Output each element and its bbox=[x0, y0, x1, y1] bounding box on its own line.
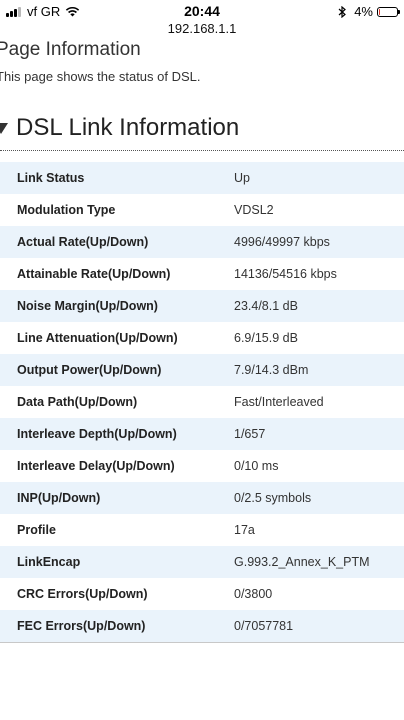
status-bar-right: 4% bbox=[338, 4, 400, 19]
table-row: CRC Errors(Up/Down) 0/3800 bbox=[0, 578, 404, 610]
row-label: FEC Errors(Up/Down) bbox=[17, 619, 146, 633]
table-row: Interleave Depth(Up/Down) 1/657 bbox=[0, 418, 404, 450]
row-label: Noise Margin(Up/Down) bbox=[17, 299, 158, 313]
row-label: CRC Errors(Up/Down) bbox=[17, 587, 148, 601]
row-value: 6.9/15.9 dB bbox=[234, 331, 298, 345]
battery-percent: 4% bbox=[354, 4, 373, 19]
table-row: Output Power(Up/Down) 7.9/14.3 dBm bbox=[0, 354, 404, 386]
row-value: 0/3800 bbox=[234, 587, 273, 601]
table-row: Attainable Rate(Up/Down) 14136/54516 kbps bbox=[0, 258, 404, 290]
row-label: Interleave Depth(Up/Down) bbox=[17, 427, 177, 441]
row-value: 23.4/8.1 dB bbox=[234, 299, 298, 313]
row-value: Fast/Interleaved bbox=[234, 395, 324, 409]
bluetooth-icon bbox=[338, 5, 347, 18]
battery-level-fill bbox=[379, 8, 380, 15]
row-value: Up bbox=[234, 171, 250, 185]
row-label: Line Attenuation(Up/Down) bbox=[17, 331, 178, 345]
address-bar[interactable]: 192.168.1.1 bbox=[0, 21, 404, 36]
row-value: G.993.2_Annex_K_PTM bbox=[234, 555, 370, 569]
section-title: DSL Link Information bbox=[16, 114, 240, 141]
table-row: Line Attenuation(Up/Down) 6.9/15.9 dB bbox=[0, 322, 404, 354]
row-label: Output Power(Up/Down) bbox=[17, 363, 162, 377]
table-row: Data Path(Up/Down) Fast/Interleaved bbox=[0, 386, 404, 418]
row-label: Attainable Rate(Up/Down) bbox=[17, 267, 171, 281]
battery-icon bbox=[377, 6, 400, 17]
row-value: 1/657 bbox=[234, 427, 266, 441]
table-row: INP(Up/Down) 0/2.5 symbols bbox=[0, 482, 404, 514]
page-description: This page shows the status of DSL. bbox=[0, 69, 201, 84]
row-value: 7.9/14.3 dBm bbox=[234, 363, 309, 377]
table-row: Profile 17a bbox=[0, 514, 404, 546]
collapse-arrow-icon[interactable] bbox=[0, 123, 8, 134]
row-label: INP(Up/Down) bbox=[17, 491, 101, 505]
row-label: Data Path(Up/Down) bbox=[17, 395, 138, 409]
table-row: Modulation Type VDSL2 bbox=[0, 194, 404, 226]
row-value: 17a bbox=[234, 523, 255, 537]
table-row: Noise Margin(Up/Down) 23.4/8.1 dB bbox=[0, 290, 404, 322]
section-header-dsl-link[interactable]: DSL Link Information bbox=[0, 112, 404, 151]
row-label: Profile bbox=[17, 523, 56, 537]
page-title: Page Information bbox=[0, 39, 141, 60]
table-row: Interleave Delay(Up/Down) 0/10 ms bbox=[0, 450, 404, 482]
table-row: FEC Errors(Up/Down) 0/7057781 bbox=[0, 610, 404, 642]
row-value: 14136/54516 kbps bbox=[234, 267, 337, 281]
row-label: Interleave Delay(Up/Down) bbox=[17, 459, 175, 473]
row-value: 4996/49997 kbps bbox=[234, 235, 330, 249]
row-label: Actual Rate(Up/Down) bbox=[17, 235, 149, 249]
table-row: Link Status Up bbox=[0, 162, 404, 194]
row-value: 0/10 ms bbox=[234, 459, 279, 473]
status-bar: vf GR 20:44 4% bbox=[0, 0, 404, 22]
row-label: Link Status bbox=[17, 171, 85, 185]
row-value: 0/2.5 symbols bbox=[234, 491, 312, 505]
table-row: LinkEncap G.993.2_Annex_K_PTM bbox=[0, 546, 404, 578]
row-value: VDSL2 bbox=[234, 203, 274, 217]
table-row: Actual Rate(Up/Down) 4996/49997 kbps bbox=[0, 226, 404, 258]
row-value: 0/7057781 bbox=[234, 619, 294, 633]
row-label: LinkEncap bbox=[17, 555, 81, 569]
row-label: Modulation Type bbox=[17, 203, 116, 217]
dsl-info-table: Link Status Up Modulation Type VDSL2 Actual … bbox=[0, 162, 404, 643]
